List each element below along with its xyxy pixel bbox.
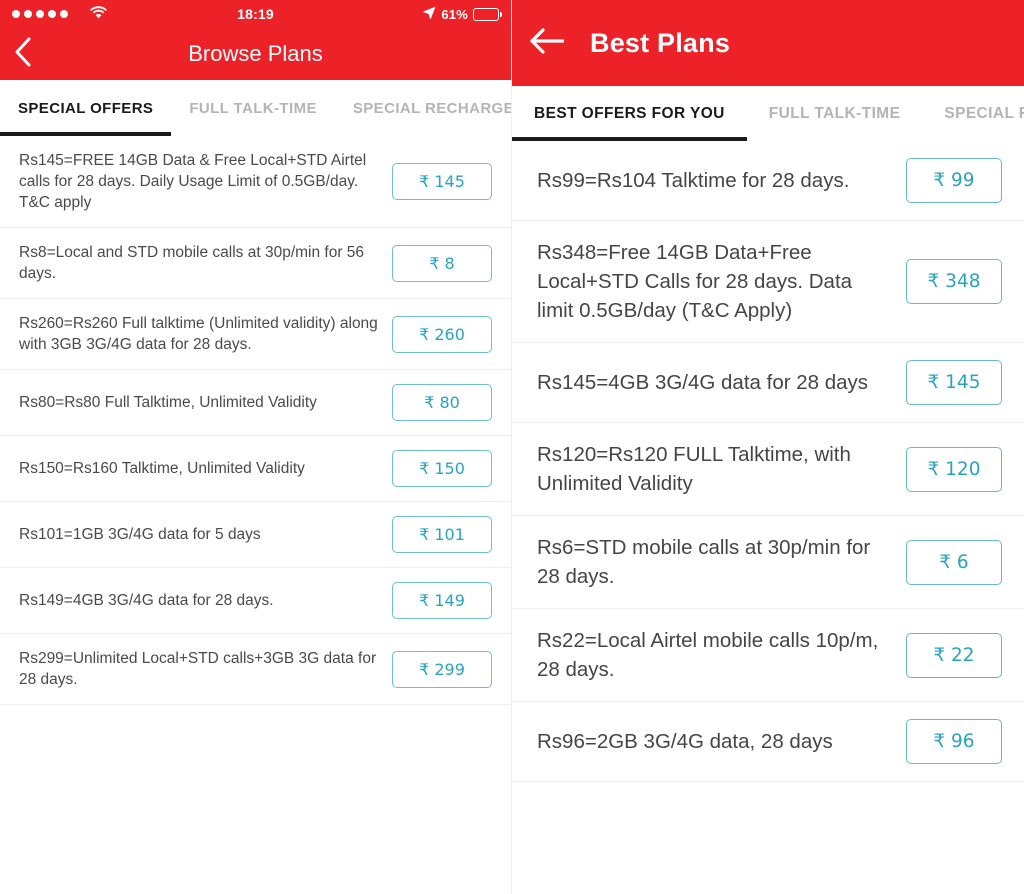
- plan-price-button[interactable]: ₹ 120: [906, 446, 1002, 492]
- plan-row[interactable]: Rs299=Unlimited Local+STD calls+3GB 3G d…: [0, 634, 511, 705]
- ios-app-bar: Browse Plans: [0, 28, 511, 80]
- plan-description: Rs260=Rs260 Full talktime (Unlimited val…: [19, 315, 378, 353]
- plan-price-button[interactable]: ₹ 145: [392, 163, 492, 200]
- back-button[interactable]: [530, 27, 565, 59]
- plan-description: Rs145=4GB 3G/4G data for 28 days: [537, 371, 869, 394]
- android-tab-bar: BEST OFFERS FOR YOU FULL TALK-TIME SPECI…: [512, 86, 1024, 141]
- ios-tab-bar: SPECIAL OFFERS FULL TALK-TIME SPECIAL RE…: [0, 80, 511, 136]
- arrow-left-icon: [530, 27, 565, 59]
- back-button[interactable]: [14, 37, 32, 72]
- ios-plan-list: Rs145=FREE 14GB Data & Free Local+STD Ai…: [0, 136, 511, 705]
- plan-row[interactable]: Rs96=2GB 3G/4G data, 28 days ₹ 96: [512, 702, 1024, 782]
- ios-status-bar: 18:19 61%: [0, 0, 511, 28]
- ios-phone-screen: 18:19 61% Browse Plans SPECIAL OFFERS FU…: [0, 0, 512, 894]
- plan-price-button[interactable]: ₹ 8: [392, 244, 492, 282]
- tab-special-recharge[interactable]: SPECIAL RECHARGE: [922, 86, 1024, 141]
- plan-description: Rs8=Local and STD mobile calls at 30p/mi…: [19, 244, 365, 282]
- plan-price-button[interactable]: ₹ 80: [392, 384, 492, 421]
- dual-screenshot-container: 18:19 61% Browse Plans SPECIAL OFFERS FU…: [0, 0, 1024, 894]
- plan-row[interactable]: Rs22=Local Airtel mobile calls 10p/m, 28…: [512, 609, 1024, 702]
- tab-full-talk-time[interactable]: FULL TALK-TIME: [171, 80, 335, 136]
- plan-row[interactable]: Rs145=FREE 14GB Data & Free Local+STD Ai…: [0, 136, 511, 228]
- plan-price-button[interactable]: ₹ 22: [906, 632, 1002, 678]
- plan-price-button[interactable]: ₹ 149: [392, 582, 492, 619]
- plan-description: Rs96=2GB 3G/4G data, 28 days: [537, 730, 833, 753]
- plan-row[interactable]: Rs348=Free 14GB Data+Free Local+STD Call…: [512, 221, 1024, 343]
- plan-price-button[interactable]: ₹ 101: [392, 516, 492, 553]
- plan-price-button[interactable]: ₹ 348: [906, 259, 1002, 304]
- plan-description: Rs22=Local Airtel mobile calls 10p/m, 28…: [537, 629, 879, 681]
- plan-row[interactable]: Rs149=4GB 3G/4G data for 28 days. ₹ 149: [0, 568, 511, 634]
- chevron-left-icon: [14, 37, 32, 72]
- tab-best-offers-for-you[interactable]: BEST OFFERS FOR YOU: [512, 86, 747, 141]
- location-arrow-icon: [423, 6, 436, 22]
- plan-price-button[interactable]: ₹ 6: [906, 539, 1002, 585]
- plan-description: Rs6=STD mobile calls at 30p/min for 28 d…: [537, 536, 871, 588]
- plan-row[interactable]: Rs120=Rs120 FULL Talktime, with Unlimite…: [512, 423, 1024, 516]
- wifi-icon: [90, 6, 107, 22]
- page-title: Best Plans: [590, 27, 731, 58]
- plan-description: Rs348=Free 14GB Data+Free Local+STD Call…: [537, 241, 853, 322]
- plan-row[interactable]: Rs99=Rs104 Talktime for 28 days. ₹ 99: [512, 141, 1024, 221]
- plan-price-button[interactable]: ₹ 260: [392, 315, 492, 353]
- android-app-bar: Best Plans: [512, 0, 1024, 86]
- tab-full-talk-time[interactable]: FULL TALK-TIME: [747, 86, 923, 141]
- plan-row[interactable]: Rs145=4GB 3G/4G data for 28 days ₹ 145: [512, 343, 1024, 423]
- tab-special-offers[interactable]: SPECIAL OFFERS: [0, 80, 172, 136]
- android-phone-screen: Best Plans BEST OFFERS FOR YOU FULL TALK…: [512, 0, 1024, 894]
- plan-row[interactable]: Rs260=Rs260 Full talktime (Unlimited val…: [0, 299, 511, 370]
- battery-icon: [473, 7, 502, 21]
- plan-description: Rs101=1GB 3G/4G data for 5 days: [19, 526, 261, 543]
- status-bar-right-cluster: 61%: [423, 6, 502, 22]
- plan-price-button[interactable]: ₹ 145: [906, 360, 1002, 405]
- plan-description: Rs99=Rs104 Talktime for 28 days.: [537, 169, 850, 192]
- plan-description: Rs145=FREE 14GB Data & Free Local+STD Ai…: [19, 152, 367, 211]
- signal-dots-icon: [12, 10, 68, 18]
- plan-price-button[interactable]: ₹ 99: [906, 158, 1002, 203]
- plan-price-button[interactable]: ₹ 150: [392, 450, 492, 487]
- plan-row[interactable]: Rs80=Rs80 Full Talktime, Unlimited Valid…: [0, 370, 511, 436]
- plan-row[interactable]: Rs101=1GB 3G/4G data for 5 days ₹ 101: [0, 502, 511, 568]
- page-title: Browse Plans: [188, 41, 323, 66]
- tab-special-recharge[interactable]: SPECIAL RECHARGE: [335, 80, 511, 136]
- plan-description: Rs299=Unlimited Local+STD calls+3GB 3G d…: [19, 650, 377, 688]
- plan-description: Rs120=Rs120 FULL Talktime, with Unlimite…: [537, 443, 851, 495]
- plan-description: Rs150=Rs160 Talktime, Unlimited Validity: [19, 460, 305, 477]
- plan-price-button[interactable]: ₹ 96: [906, 719, 1002, 764]
- android-plan-list: Rs99=Rs104 Talktime for 28 days. ₹ 99 Rs…: [512, 141, 1024, 782]
- plan-row[interactable]: Rs150=Rs160 Talktime, Unlimited Validity…: [0, 436, 511, 502]
- plan-description: Rs80=Rs80 Full Talktime, Unlimited Valid…: [19, 394, 317, 411]
- plan-price-button[interactable]: ₹ 299: [392, 650, 492, 688]
- plan-description: Rs149=4GB 3G/4G data for 28 days.: [19, 592, 274, 609]
- plan-row[interactable]: Rs8=Local and STD mobile calls at 30p/mi…: [0, 228, 511, 299]
- battery-percent-label: 61%: [441, 6, 468, 22]
- plan-row[interactable]: Rs6=STD mobile calls at 30p/min for 28 d…: [512, 516, 1024, 609]
